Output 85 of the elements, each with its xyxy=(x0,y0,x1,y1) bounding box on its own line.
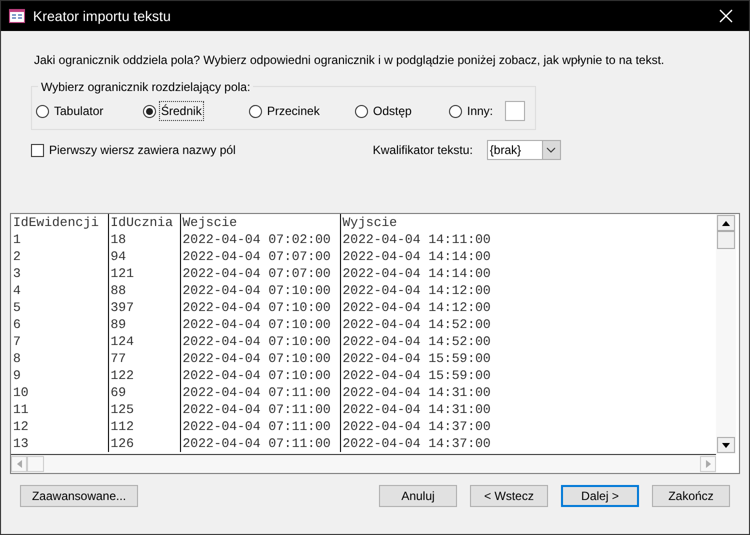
scrollbar-thumb[interactable] xyxy=(717,231,735,249)
table-cell: 9 xyxy=(11,367,108,384)
table-cell: 4 xyxy=(11,282,108,299)
down-arrow-icon[interactable] xyxy=(722,442,730,448)
window-title: Kreator importu tekstu xyxy=(33,6,171,26)
caret-icon xyxy=(546,147,556,153)
radio-button[interactable] xyxy=(36,104,49,118)
table-cell: 3 xyxy=(11,265,108,282)
qualifier-dropdown[interactable]: {brak} xyxy=(486,140,561,160)
table-cell: 77 xyxy=(108,350,180,367)
dialog-button[interactable]: Zakończ xyxy=(652,485,730,507)
table-cell: 2022-04-04 07:10:00 xyxy=(180,316,340,333)
table-cell: 2022-04-04 07:11:00 xyxy=(180,401,340,418)
table-cell: 2022-04-04 14:52:00 xyxy=(340,333,716,350)
table-cell: 126 xyxy=(108,435,180,452)
table-cell: 2022-04-04 07:02:00 xyxy=(180,231,340,248)
table-cell: 5 xyxy=(11,299,108,316)
table-cell: 11 xyxy=(11,401,108,418)
table-cell: 2022-04-04 07:10:00 xyxy=(180,282,340,299)
table-cell: 10 xyxy=(11,384,108,401)
radio-label[interactable]: Średnik xyxy=(160,102,203,120)
radio-button[interactable] xyxy=(449,104,462,118)
table-cell: 2022-04-04 14:11:00 xyxy=(340,231,716,248)
radio-label[interactable]: Inny: xyxy=(467,102,494,120)
table-cell: 2022-04-04 15:59:00 xyxy=(340,350,716,367)
table-cell: 112 xyxy=(108,418,180,435)
dialog-button[interactable]: Anuluj xyxy=(379,485,457,507)
table-cell: 2022-04-04 14:31:00 xyxy=(340,401,716,418)
table-cell: 2022-04-04 07:10:00 xyxy=(180,299,340,316)
radio-button[interactable] xyxy=(249,104,262,118)
table-cell: 2022-04-04 07:10:00 xyxy=(180,350,340,367)
form-icon xyxy=(9,9,25,23)
table-cell: 124 xyxy=(108,333,180,350)
table-cell: 2 xyxy=(11,248,108,265)
table-cell: 2022-04-04 14:37:00 xyxy=(340,435,716,452)
table-cell: 125 xyxy=(108,401,180,418)
table-cell: 8 xyxy=(11,350,108,367)
table-cell: 2022-04-04 07:11:00 xyxy=(180,435,340,452)
table-cell: 2022-04-04 14:12:00 xyxy=(340,299,716,316)
other-delimiter-field[interactable] xyxy=(505,101,526,121)
radio-label[interactable]: Odstęp xyxy=(373,102,412,120)
table-cell: 2022-04-04 14:52:00 xyxy=(340,316,716,333)
column-header: IdEwidencji xyxy=(11,214,108,231)
radio-label[interactable]: Tabulator xyxy=(54,102,104,120)
up-arrow-icon[interactable] xyxy=(722,220,730,226)
column-header: Wyjscie xyxy=(340,214,716,231)
column-header: IdUcznia xyxy=(108,214,180,231)
table-cell: 7 xyxy=(11,333,108,350)
radio-button[interactable] xyxy=(355,104,368,118)
table-cell: 13 xyxy=(11,435,108,452)
table-cell: 397 xyxy=(108,299,180,316)
table-cell: 2022-04-04 07:07:00 xyxy=(180,265,340,282)
table-cell: 12 xyxy=(11,418,108,435)
table-cell: 2022-04-04 07:11:00 xyxy=(180,418,340,435)
table-cell: 2022-04-04 07:07:00 xyxy=(180,248,340,265)
qualifier-label: Kwalifikator tekstu: xyxy=(372,142,473,159)
checkbox-label[interactable]: Pierwszy wiersz zawiera nazwy pól xyxy=(49,141,236,159)
dialog-button[interactable]: Dalej > xyxy=(561,485,639,507)
column-header: Wejscie xyxy=(180,214,340,231)
checkbox[interactable] xyxy=(31,144,44,156)
table-cell: 94 xyxy=(108,248,180,265)
dialog-button[interactable]: Zaawansowane... xyxy=(20,485,138,507)
close-icon[interactable] xyxy=(719,9,733,23)
table-cell: 2022-04-04 07:11:00 xyxy=(180,384,340,401)
table-cell: 1 xyxy=(11,231,108,248)
table-cell: 2022-04-04 14:37:00 xyxy=(340,418,716,435)
vertical-scrollbar[interactable] xyxy=(716,214,736,454)
table-cell: 121 xyxy=(108,265,180,282)
radio-label[interactable]: Przecinek xyxy=(267,102,320,120)
table-cell: 2022-04-04 07:10:00 xyxy=(180,367,340,384)
table-cell: 88 xyxy=(108,282,180,299)
dialog-button[interactable]: < Wstecz xyxy=(470,485,548,507)
radio-button[interactable] xyxy=(143,104,156,118)
table-cell: 89 xyxy=(108,316,180,333)
instruction-text: Jaki ogranicznik oddziela pola? Wybierz odpowiedni ogranicznik i w podglądzie poniżej zobacz, jak wpłynie to na tekst. xyxy=(34,53,664,67)
table-cell: 122 xyxy=(108,367,180,384)
table-cell: 6 xyxy=(11,316,108,333)
table-cell: 18 xyxy=(108,231,180,248)
table-cell: 2022-04-04 14:12:00 xyxy=(340,282,716,299)
table-cell: 2022-04-04 14:14:00 xyxy=(340,265,716,282)
table-cell: 69 xyxy=(108,384,180,401)
table-cell: 2022-04-04 15:59:00 xyxy=(340,367,716,384)
table-cell: 2022-04-04 14:14:00 xyxy=(340,248,716,265)
table-cell: 2022-04-04 07:10:00 xyxy=(180,333,340,350)
table-cell: 2022-04-04 14:31:00 xyxy=(340,384,716,401)
